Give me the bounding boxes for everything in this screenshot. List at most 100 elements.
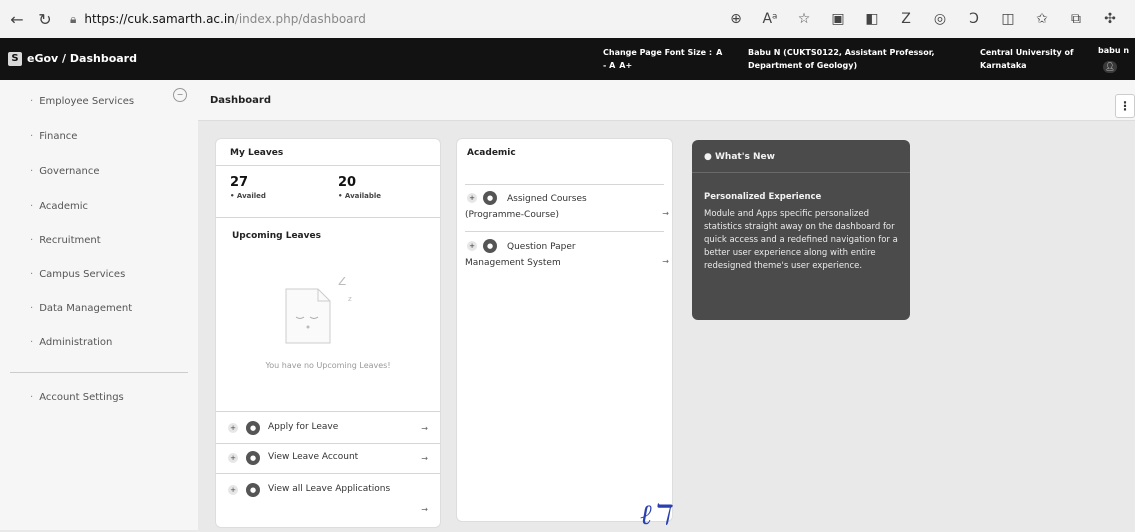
font-increase-button[interactable]: A+ — [619, 61, 632, 70]
svg-text:Z: Z — [338, 277, 346, 288]
sidebar-item-data-management[interactable]: · Data Management — [30, 303, 132, 314]
whats-new-body: Module and Apps specific personalized st… — [704, 209, 898, 271]
sidebar-item-label: Academic — [39, 201, 88, 212]
divider — [216, 165, 440, 166]
sidebar-item-academic[interactable]: · Academic — [30, 201, 88, 212]
question-paper-system-link[interactable]: + ● Question Paper Management System → — [465, 239, 669, 279]
bullet-icon: · — [30, 96, 34, 107]
academic-card: Academic + ● Assigned Courses (Programme… — [456, 138, 673, 522]
divider — [465, 231, 664, 232]
availed-count: 27 — [230, 175, 249, 190]
assigned-courses-link[interactable]: + ● Assigned Courses (Programme-Course) … — [465, 191, 669, 231]
plus-icon: + — [228, 453, 238, 463]
university-name[interactable]: Central University of Karnataka — [980, 46, 1090, 72]
arrow-right-icon: → — [421, 454, 428, 463]
sidebar-item-label: Administration — [39, 337, 113, 348]
extension-icon[interactable]: ▣ — [821, 11, 855, 27]
whats-new-card: ● What's New Personalized Experience Mod… — [692, 140, 910, 320]
whats-new-subtitle: Personalized Experience — [704, 192, 822, 202]
sidebar: − · Employee Services · Finance · Governanc… — [0, 80, 198, 530]
handwritten-signature: ℓℸ — [640, 498, 670, 531]
arrow-right-icon: → — [662, 257, 669, 266]
lock-icon: 🔒︎ — [70, 11, 77, 26]
divider — [216, 473, 440, 474]
plus-icon: + — [228, 423, 238, 433]
university-line-2: Karnataka — [980, 61, 1027, 70]
academic-item-label: Assigned Courses (Programme-Course) — [465, 194, 587, 220]
extension-icon[interactable]: ◧ — [855, 11, 889, 27]
bullet-icon: · — [30, 337, 34, 348]
action-label: Apply for Leave — [268, 422, 339, 432]
bullet-icon: · — [30, 166, 34, 177]
bullet-icon: · — [30, 269, 34, 280]
arrow-right-icon: → — [421, 505, 428, 514]
available-stat: 20 • Available — [338, 175, 381, 200]
sidebar-item-label: Finance — [39, 131, 78, 142]
sidebar-item-label: Data Management — [39, 303, 133, 314]
module-icon: ● — [246, 421, 260, 435]
sidebar-item-label: Recruitment — [39, 235, 101, 246]
back-icon[interactable]: ← — [6, 10, 28, 29]
availed-stat: 27 • Availed — [230, 175, 266, 200]
sidebar-item-finance[interactable]: · Finance — [30, 131, 77, 142]
sidebar-item-administration[interactable]: · Administration — [30, 337, 112, 348]
divider — [692, 172, 910, 173]
arrow-right-icon: → — [662, 209, 669, 218]
zoom-icon[interactable]: ⊕ — [719, 11, 753, 27]
academic-item-label: Question Paper Management System — [465, 242, 576, 268]
divider — [216, 411, 440, 412]
browser-icons: ⊕ Aᵃ ☆ ▣ ◧ Z ◎ Ↄ ◫ ✩ ⧉ ✣ — [719, 0, 1127, 38]
collapse-icon[interactable]: − — [173, 88, 187, 102]
user-avatar-icon[interactable]: 👤︎ — [1103, 61, 1117, 73]
bullet-icon: · — [30, 201, 34, 212]
divider — [216, 443, 440, 444]
sidebar-item-campus-services[interactable]: · Campus Services — [30, 269, 125, 280]
font-normal-button[interactable]: A — [716, 48, 722, 57]
sidebar-item-governance[interactable]: · Governance — [30, 166, 100, 177]
apply-leave-action[interactable]: + ● Apply for Leave → — [216, 415, 440, 441]
app-header: S eGov / Dashboard Change Page Font Size… — [0, 38, 1135, 80]
view-leave-account-action[interactable]: + ● View Leave Account → — [216, 445, 440, 471]
sidebar-item-recruitment[interactable]: · Recruitment — [30, 235, 101, 246]
module-icon: ● — [246, 483, 260, 497]
z-extension-icon[interactable]: Z — [889, 11, 923, 27]
my-leaves-card: My Leaves 27 • Availed 20 • Available Up… — [215, 138, 441, 528]
extension-icon[interactable]: Ↄ — [957, 11, 991, 27]
breadcrumb[interactable]: eGov / Dashboard — [27, 52, 137, 65]
card-title: My Leaves — [230, 148, 284, 158]
university-line-1: Central University of — [980, 48, 1074, 57]
egov-logo[interactable]: S — [8, 52, 22, 66]
read-aloud-icon[interactable]: Aᵃ — [753, 11, 787, 27]
available-label: • Available — [338, 192, 382, 200]
refresh-icon[interactable]: ↻ — [34, 10, 56, 29]
sidebar-item-employee-services[interactable]: · Employee Services — [30, 96, 134, 107]
view-all-leave-applications-action[interactable]: + ● View all Leave Applications → — [216, 477, 440, 517]
action-label: View all Leave Applications — [268, 484, 391, 494]
page-title: Dashboard — [210, 95, 271, 106]
user-line-1: Babu N (CUKTS0122, Assistant Professor, — [748, 48, 935, 57]
action-label: View Leave Account — [268, 452, 359, 462]
bulb-icon: ● — [704, 152, 712, 162]
address-bar[interactable]: 🔒︎ https://cuk.samarth.ac.in/index.php/d… — [70, 12, 630, 27]
sidebar-item-account-settings[interactable]: · Account Settings — [30, 392, 124, 403]
user-short-name[interactable]: babu n — [1098, 46, 1129, 55]
browser-toolbar: ← ↻ 🔒︎ https://cuk.samarth.ac.in/index.p… — [0, 0, 1135, 39]
whats-new-title: What's New — [715, 152, 775, 162]
upcoming-leaves-title: Upcoming Leaves — [232, 231, 321, 241]
svg-text:z: z — [348, 295, 352, 303]
more-menu-button[interactable]: ⋮ — [1115, 94, 1135, 118]
extension-icon[interactable]: ◎ — [923, 11, 957, 27]
split-screen-icon[interactable]: ◫ — [991, 11, 1025, 27]
user-info[interactable]: Babu N (CUKTS0122, Assistant Professor, … — [748, 46, 948, 72]
card-title: Academic — [467, 148, 516, 158]
bullet-icon: · — [30, 392, 34, 403]
font-size-label: Change Page Font Size : — [603, 48, 713, 57]
whats-new-header: ● What's New — [704, 152, 775, 162]
page-header: Dashboard ⋮ — [198, 80, 1135, 121]
sidebar-divider — [10, 372, 188, 373]
font-decrease-button[interactable]: - A — [603, 61, 615, 70]
favorite-star-icon[interactable]: ☆ — [787, 11, 821, 27]
favorites-icon[interactable]: ✩ — [1025, 11, 1059, 27]
collections-icon[interactable]: ⧉ — [1059, 11, 1093, 27]
copilot-icon[interactable]: ✣ — [1093, 11, 1127, 27]
